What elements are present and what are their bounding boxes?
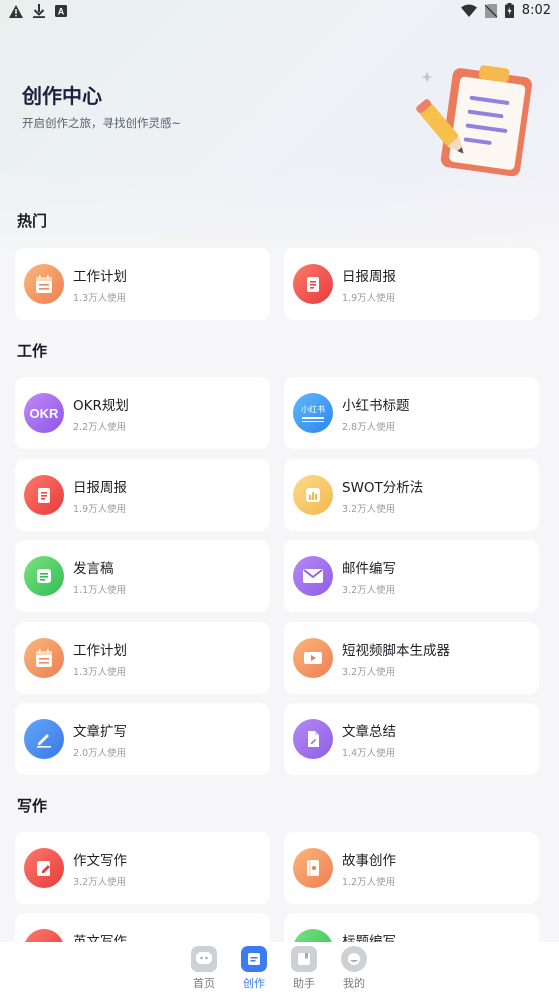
card-title: 短视频脚本生成器: [342, 643, 450, 659]
card-usage: 1.4万人使用: [342, 748, 396, 759]
card-title: 邮件编写: [342, 561, 396, 577]
card-article-expand[interactable]: 文章扩写 2.0万人使用: [15, 703, 270, 775]
card-title: SWOT分析法: [342, 480, 424, 496]
card-swot[interactable]: SWOT分析法 3.2万人使用: [284, 459, 539, 531]
nav-label-home: 首页: [193, 977, 215, 990]
summary-icon: [293, 719, 333, 759]
bottom-navigation: 首页 创作 助手 我的: [0, 942, 559, 995]
card-usage: 1.9万人使用: [342, 293, 396, 304]
home-chat-icon: [191, 946, 217, 972]
page-subtitle: 开启创作之旅，寻找创作灵感~: [22, 116, 182, 130]
mail-icon: [293, 556, 333, 596]
card-usage: 2.0万人使用: [73, 748, 127, 759]
status-left-icons: A: [9, 4, 67, 18]
card-title: 作文写作: [73, 853, 127, 869]
xiaohongshu-icon-text: 小红书: [301, 405, 325, 414]
card-title: OKR规划: [73, 398, 129, 414]
card-email[interactable]: 邮件编写 3.2万人使用: [284, 540, 539, 612]
svg-text:A: A: [58, 7, 65, 17]
story-icon: [293, 848, 333, 888]
card-title: 工作计划: [73, 269, 127, 285]
card-usage: 2.2万人使用: [73, 422, 127, 433]
okr-icon: OKR: [24, 393, 64, 433]
card-hot-daily-report[interactable]: 日报周报 1.9万人使用: [284, 248, 539, 320]
create-icon: [241, 946, 267, 972]
okr-icon-text: OKR: [29, 405, 59, 421]
chart-icon: [293, 475, 333, 515]
card-title: 故事创作: [342, 853, 396, 869]
card-title: 日报周报: [73, 480, 127, 496]
card-usage: 1.9万人使用: [73, 504, 127, 515]
nav-create[interactable]: 创作: [234, 946, 274, 991]
clipboard-illustration-icon: [416, 65, 532, 177]
section-title-writing: 写作: [17, 797, 48, 815]
status-right-icons: 8:02: [460, 3, 551, 18]
card-short-video-script[interactable]: 短视频脚本生成器 3.2万人使用: [284, 622, 539, 694]
pen-icon: [24, 719, 64, 759]
download-icon: [33, 4, 45, 18]
card-usage: 3.2万人使用: [342, 667, 396, 678]
nav-assistant[interactable]: 助手: [284, 946, 324, 991]
card-hot-work-plan[interactable]: 工作计划 1.3万人使用: [15, 248, 270, 320]
card-work-plan[interactable]: 工作计划 1.3万人使用: [15, 622, 270, 694]
a-notification-icon: A: [55, 5, 67, 17]
nav-label-profile: 我的: [343, 977, 365, 990]
card-okr[interactable]: OKR OKR规划 2.2万人使用: [15, 377, 270, 449]
assistant-icon: [291, 946, 317, 972]
card-title: 小红书标题: [342, 398, 410, 414]
nav-home[interactable]: 首页: [184, 946, 224, 991]
card-speech[interactable]: 发言稿 1.1万人使用: [15, 540, 270, 612]
card-title: 日报周报: [342, 269, 396, 285]
nav-label-create: 创作: [243, 977, 265, 990]
report-icon: [293, 264, 333, 304]
card-usage: 2.8万人使用: [342, 422, 396, 433]
card-usage: 1.3万人使用: [73, 667, 127, 678]
essay-icon: [24, 848, 64, 888]
card-usage: 1.3万人使用: [73, 293, 127, 304]
xiaohongshu-icon: 小红书: [293, 393, 333, 433]
status-time: 8:02: [521, 3, 551, 18]
nav-profile[interactable]: 我的: [334, 946, 374, 991]
nav-label-assistant: 助手: [293, 977, 315, 990]
profile-icon: [341, 946, 367, 972]
section-title-hot: 热门: [17, 212, 48, 230]
card-story-creation[interactable]: 故事创作 1.2万人使用: [284, 832, 539, 904]
card-xiaohongshu[interactable]: 小红书 小红书标题 2.8万人使用: [284, 377, 539, 449]
section-title-work: 工作: [17, 342, 48, 360]
card-usage: 3.2万人使用: [342, 585, 396, 596]
card-usage: 3.2万人使用: [342, 504, 396, 515]
card-essay-writing[interactable]: 作文写作 3.2万人使用: [15, 832, 270, 904]
video-icon: [293, 638, 333, 678]
planner-icon: [24, 264, 64, 304]
card-daily-report[interactable]: 日报周报 1.9万人使用: [15, 459, 270, 531]
card-title: 工作计划: [73, 643, 127, 659]
page-title: 创作中心: [22, 84, 102, 108]
card-title: 文章扩写: [73, 724, 127, 740]
no-sim-icon: [484, 3, 497, 18]
card-usage: 1.1万人使用: [73, 585, 127, 596]
warning-icon: [9, 4, 23, 18]
battery-icon: [504, 3, 514, 18]
card-title: 文章总结: [342, 724, 396, 740]
card-usage: 1.2万人使用: [342, 877, 396, 888]
card-title: 发言稿: [73, 561, 114, 577]
planner-icon: [24, 638, 64, 678]
card-usage: 3.2万人使用: [73, 877, 127, 888]
wifi-icon: [460, 4, 477, 17]
card-article-summary[interactable]: 文章总结 1.4万人使用: [284, 703, 539, 775]
status-bar: A 8:02: [0, 0, 559, 24]
report-icon: [24, 475, 64, 515]
document-icon: [24, 556, 64, 596]
